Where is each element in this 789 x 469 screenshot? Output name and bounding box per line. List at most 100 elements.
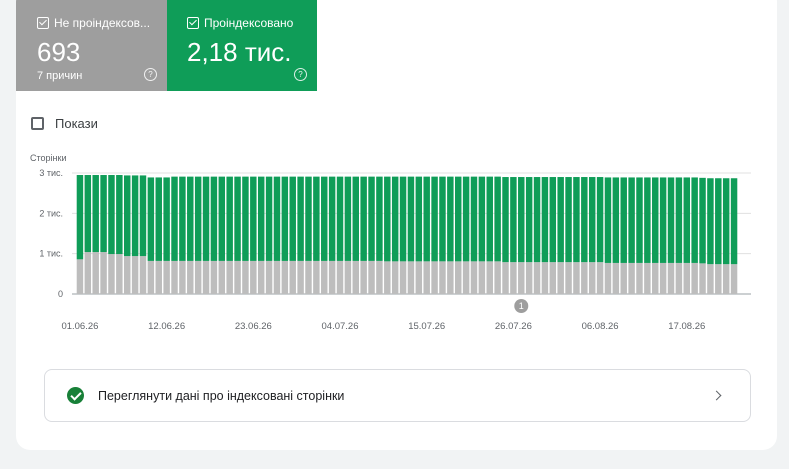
chevron-right-icon xyxy=(711,390,722,401)
bar-not-indexed xyxy=(131,256,139,294)
indexing-chart: 0 1 тис. 2 тис. 3 тис. 1 01.06.26 12.06.26 23.0… xyxy=(39,168,751,332)
bar-not-indexed xyxy=(257,260,265,294)
bar-indexed xyxy=(596,177,604,263)
bar-not-indexed xyxy=(194,260,202,294)
bar-indexed xyxy=(155,177,162,261)
bar-indexed xyxy=(675,177,683,263)
bar-not-indexed xyxy=(108,254,115,294)
bar-indexed xyxy=(581,177,588,263)
bar-indexed xyxy=(557,177,564,263)
bar-indexed xyxy=(494,176,501,262)
bar-indexed xyxy=(470,176,478,262)
bar-not-indexed xyxy=(652,262,659,294)
bar-not-indexed xyxy=(691,262,698,294)
bar-not-indexed xyxy=(265,260,273,294)
bar-not-indexed xyxy=(352,260,360,294)
bar-not-indexed xyxy=(541,262,549,294)
bar-not-indexed xyxy=(273,260,281,294)
bar-not-indexed xyxy=(187,260,194,294)
bar-not-indexed xyxy=(336,260,344,294)
bar-indexed xyxy=(573,177,580,263)
bar-indexed xyxy=(305,176,312,261)
bar-not-indexed xyxy=(76,259,84,294)
bar-not-indexed xyxy=(281,260,289,294)
bar-not-indexed xyxy=(84,252,92,294)
bar-not-indexed xyxy=(502,262,509,294)
y-tick-label: 0 xyxy=(58,289,63,299)
bar-indexed xyxy=(194,176,202,261)
bar-indexed xyxy=(659,177,667,263)
bar-not-indexed xyxy=(234,260,241,294)
bar-not-indexed xyxy=(730,264,738,294)
bar-not-indexed xyxy=(100,252,107,294)
bar-not-indexed xyxy=(431,261,438,294)
bar-indexed xyxy=(683,177,691,263)
bar-not-indexed xyxy=(525,262,533,294)
bar-indexed xyxy=(187,176,194,261)
bar-not-indexed xyxy=(675,262,683,294)
bar-indexed xyxy=(447,176,454,262)
bar-not-indexed xyxy=(494,261,501,294)
bar-indexed xyxy=(108,175,115,255)
bar-indexed xyxy=(391,176,399,262)
bar-indexed xyxy=(667,177,675,263)
bar-not-indexed xyxy=(360,260,367,294)
bar-not-indexed xyxy=(344,260,352,294)
bar-indexed xyxy=(549,177,557,263)
check-circle-icon xyxy=(67,387,84,404)
bar-not-indexed xyxy=(667,262,675,294)
bar-not-indexed xyxy=(644,262,651,294)
bar-indexed xyxy=(730,178,738,265)
bar-not-indexed xyxy=(454,261,462,294)
bar-not-indexed xyxy=(297,260,304,294)
bar-not-indexed xyxy=(116,254,123,294)
bar-indexed xyxy=(644,177,651,263)
bar-indexed xyxy=(273,176,281,261)
bar-indexed xyxy=(321,176,328,261)
bar-not-indexed xyxy=(92,252,99,294)
bar-indexed xyxy=(360,176,367,261)
bar-not-indexed xyxy=(328,260,336,294)
bar-indexed xyxy=(628,177,635,263)
x-tick-label: 17.08.26 xyxy=(668,321,705,332)
bar-indexed xyxy=(439,176,446,262)
x-tick-label: 26.07.26 xyxy=(495,321,532,332)
bar-not-indexed xyxy=(707,264,714,294)
bar-indexed xyxy=(265,176,273,261)
bar-indexed xyxy=(407,176,415,262)
view-indexed-pages-link[interactable]: Переглянути дані про індексовані сторінк… xyxy=(44,369,751,422)
bar-indexed xyxy=(699,177,706,264)
x-tick-label: 06.08.26 xyxy=(582,321,619,332)
bar-indexed xyxy=(423,176,430,262)
bar-indexed xyxy=(510,177,517,263)
bar-not-indexed xyxy=(462,261,470,294)
bar-not-indexed xyxy=(604,262,612,294)
bar-not-indexed xyxy=(588,262,596,294)
x-tick-label: 23.06.26 xyxy=(235,321,272,332)
x-tick-label: 01.06.26 xyxy=(61,321,98,332)
bar-not-indexed xyxy=(620,262,627,294)
bar-indexed xyxy=(525,177,533,263)
annotation-label: 1 xyxy=(519,301,524,311)
bar-indexed xyxy=(250,176,257,261)
x-tick-label: 12.06.26 xyxy=(148,321,185,332)
bar-indexed xyxy=(565,177,572,263)
bar-not-indexed xyxy=(533,262,541,294)
bar-indexed xyxy=(171,176,178,261)
bar-not-indexed xyxy=(415,261,423,294)
bar-indexed xyxy=(336,176,344,261)
bar-not-indexed xyxy=(399,261,407,294)
bar-indexed xyxy=(242,176,249,261)
bar-not-indexed xyxy=(242,260,249,294)
bar-not-indexed xyxy=(123,256,131,294)
bar-not-indexed xyxy=(439,261,446,294)
bar-not-indexed xyxy=(139,256,147,294)
bar-indexed xyxy=(454,176,462,262)
bar-indexed xyxy=(652,177,659,263)
bar-indexed xyxy=(518,177,525,263)
bar-not-indexed xyxy=(376,260,383,294)
bar-indexed xyxy=(533,177,541,263)
y-tick-label: 2 тис. xyxy=(39,208,63,218)
bar-not-indexed xyxy=(683,262,691,294)
bar-indexed xyxy=(76,175,84,260)
